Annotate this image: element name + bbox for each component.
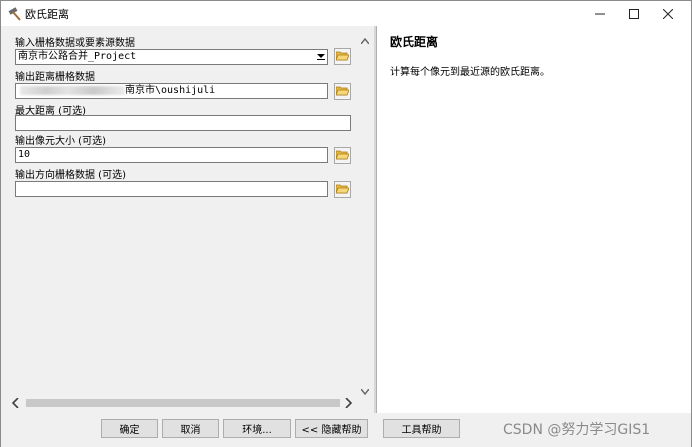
open-folder-icon [335, 149, 350, 163]
direction-raster-input[interactable] [15, 181, 328, 197]
output-distance-input[interactable]: 南京市\oushijuli [15, 83, 328, 99]
open-folder-icon [335, 85, 350, 99]
browse-input-button[interactable] [334, 48, 351, 65]
browse-direction-button[interactable] [334, 181, 351, 198]
title-bar[interactable]: 欧氏距离 [1, 1, 691, 26]
redacted-path [20, 85, 125, 95]
watermark: CSDN @努力学习GIS1 [503, 422, 651, 438]
max-distance-input[interactable] [15, 115, 351, 131]
dropdown-arrow-icon[interactable] [315, 51, 326, 63]
window-title: 欧氏距离 [25, 8, 69, 21]
hammer-icon [7, 6, 23, 22]
parameters-pane: 输入栅格数据或要素源数据 南京市公路合并_Project 输出距离栅格数据 南京… [2, 26, 374, 413]
environments-button[interactable]: 环境... [223, 419, 291, 438]
minimize-button[interactable] [585, 1, 615, 26]
browse-output-distance-button[interactable] [334, 83, 351, 100]
scroll-left-icon[interactable] [11, 397, 19, 411]
help-pane: 欧氏距离 计算每个像元到最近源的欧氏距离。 [376, 26, 691, 413]
open-folder-icon [335, 50, 350, 64]
input-raster-value: 南京市公路合并_Project [18, 51, 137, 62]
browse-cell-size-button[interactable] [334, 147, 351, 164]
output-distance-label: 输出距离栅格数据 [15, 72, 95, 83]
tool-dialog: 欧氏距离 输入栅格数据或要素源数据 南京市公路合并_Project 输出距离栅格… [0, 0, 692, 447]
input-raster-combobox[interactable]: 南京市公路合并_Project [15, 49, 328, 65]
scroll-up-icon[interactable] [360, 34, 370, 47]
cancel-button[interactable]: 取消 [162, 419, 219, 438]
cell-size-label: 输出像元大小 (可选) [15, 136, 106, 147]
output-distance-value: 南京市\oushijuli [125, 85, 216, 96]
scroll-thumb[interactable] [26, 399, 340, 407]
input-raster-label: 输入栅格数据或要素源数据 [15, 38, 135, 49]
scroll-right-icon[interactable] [345, 397, 353, 411]
help-description: 计算每个像元到最近源的欧氏距离。 [390, 67, 550, 78]
close-button[interactable] [653, 1, 683, 26]
open-folder-icon [335, 183, 350, 197]
scroll-down-icon[interactable] [360, 385, 370, 398]
maximize-button[interactable] [619, 1, 649, 26]
hide-help-button[interactable]: << 隐藏帮助 [295, 419, 368, 438]
help-title: 欧氏距离 [390, 35, 439, 49]
direction-raster-label: 输出方向栅格数据 (可选) [15, 170, 126, 181]
horizontal-scrollbar[interactable] [8, 396, 358, 410]
tool-help-button[interactable]: 工具帮助 [383, 419, 460, 438]
cell-size-input[interactable]: 10 [15, 147, 328, 163]
ok-button[interactable]: 确定 [101, 419, 158, 438]
vertical-scrollbar[interactable] [358, 32, 372, 409]
